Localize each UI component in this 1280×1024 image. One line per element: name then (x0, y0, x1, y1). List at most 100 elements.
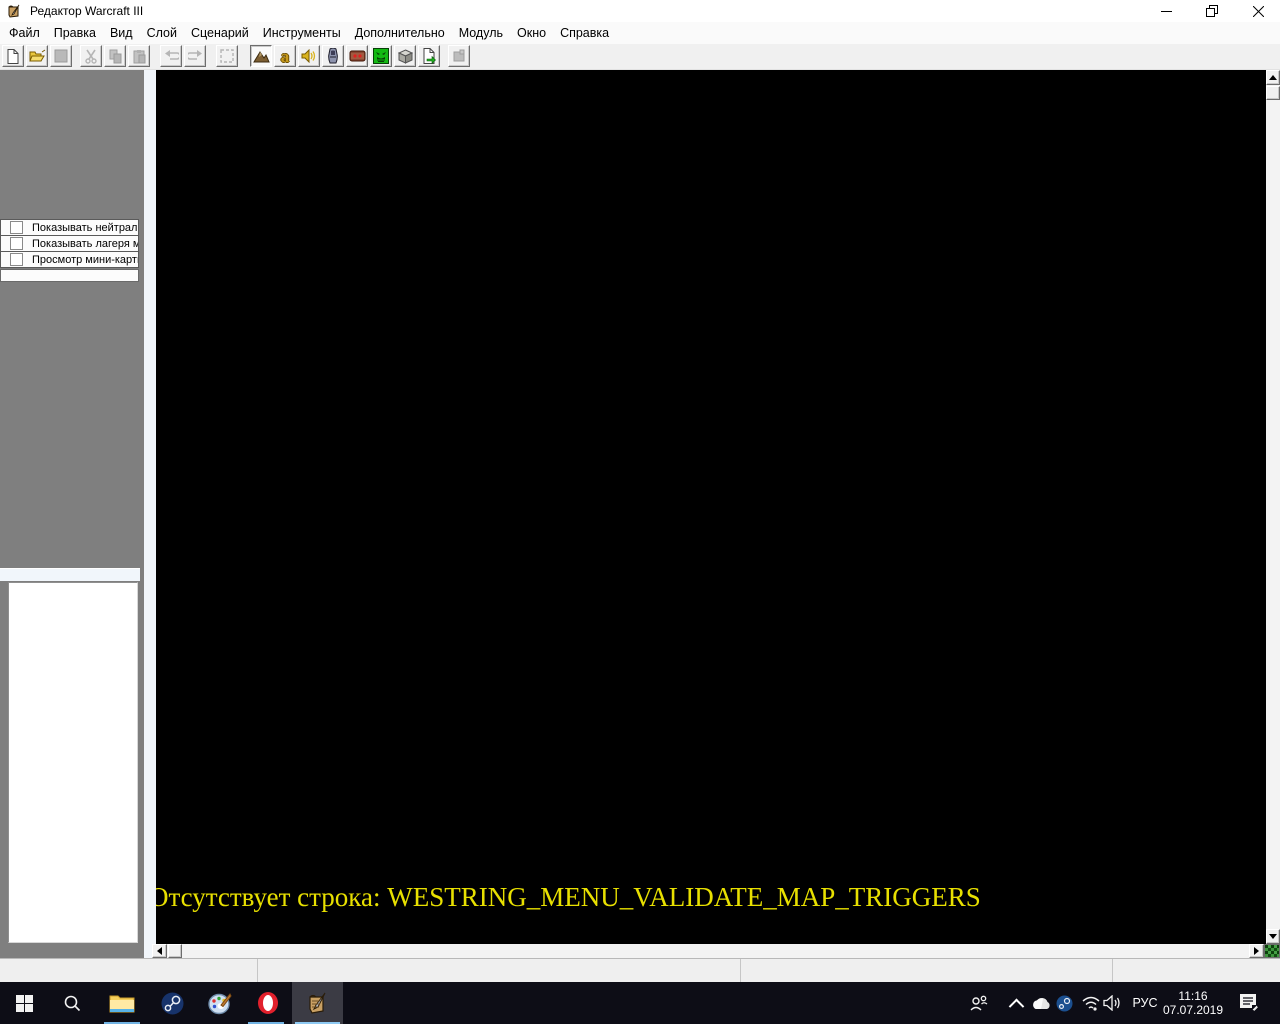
window-title: Редактор Warcraft III (30, 4, 144, 18)
file-explorer-button[interactable] (96, 982, 148, 1024)
clock[interactable]: 11:16 07.07.2019 (1160, 989, 1226, 1017)
trigger-editor-button[interactable]: a (274, 45, 296, 67)
campaign-editor-button[interactable] (346, 45, 368, 67)
opera-icon (258, 992, 278, 1014)
menu-edit[interactable]: Правка (47, 22, 103, 44)
close-icon (1252, 5, 1264, 17)
opera-button[interactable] (244, 982, 292, 1024)
open-map-button[interactable] (26, 45, 48, 67)
title-bar[interactable]: Редактор Warcraft III (0, 0, 1280, 22)
horizontal-scrollbar-thumb[interactable] (168, 944, 182, 958)
object-editor-button[interactable] (322, 45, 344, 67)
menu-advanced[interactable]: Дополнительно (348, 22, 452, 44)
steam-button[interactable] (148, 982, 196, 1024)
language-indicator[interactable]: РУС (1128, 982, 1162, 1024)
menu-help[interactable]: Справка (553, 22, 616, 44)
import-page-icon (423, 48, 436, 64)
arrow-down-icon (1269, 934, 1277, 939)
menu-window[interactable]: Окно (510, 22, 553, 44)
checkbox-row-show-camps[interactable]: Показывать лагеря м (0, 235, 139, 252)
checkbox-row-show-neutral[interactable]: Показывать нейтраль (0, 219, 139, 236)
minimize-button[interactable] (1144, 0, 1188, 22)
paste-button[interactable] (128, 45, 150, 67)
arrow-up-icon (1269, 75, 1277, 80)
sidebar-splitter[interactable] (144, 70, 156, 958)
cube-icon (397, 48, 413, 64)
onedrive-tray-button[interactable] (1030, 994, 1052, 1012)
steam-icon (161, 992, 183, 1014)
campaign-chest-icon (349, 50, 365, 62)
checkbox-minimap-preview[interactable] (10, 253, 23, 266)
scroll-right-button[interactable] (1249, 944, 1264, 958)
menu-scenario[interactable]: Сценарий (184, 22, 256, 44)
people-tray-button[interactable] (970, 994, 988, 1012)
import-manager-button[interactable] (418, 45, 440, 67)
menu-tools[interactable]: Инструменты (256, 22, 348, 44)
checkbox-show-camps[interactable] (10, 237, 23, 250)
search-icon (64, 995, 81, 1012)
redo-button[interactable] (184, 45, 206, 67)
status-segment-3 (741, 959, 1113, 982)
vertical-scrollbar-thumb[interactable] (1266, 86, 1280, 100)
trigger-a-icon: a (280, 46, 290, 66)
scroll-up-button[interactable] (1266, 70, 1280, 85)
wifi-icon (1082, 996, 1100, 1011)
vertical-scrollbar-track[interactable] (1266, 70, 1280, 944)
open-folder-icon (28, 49, 45, 62)
ai-demon-face-icon (373, 48, 389, 64)
cut-button[interactable] (80, 45, 102, 67)
scroll-down-button[interactable] (1266, 929, 1280, 944)
warcraft-editor-taskbar-button[interactable] (292, 982, 343, 1024)
horizontal-scrollbar-track[interactable] (152, 944, 1264, 958)
selection-brush-button[interactable] (216, 45, 238, 67)
action-center-button[interactable] (1238, 993, 1260, 1011)
object-manager-button[interactable] (394, 45, 416, 67)
palette-listbox[interactable] (8, 582, 138, 943)
search-button[interactable] (48, 982, 96, 1024)
volume-tray-button[interactable] (1102, 994, 1124, 1012)
menu-module[interactable]: Модуль (452, 22, 510, 44)
network-tray-button[interactable] (1082, 994, 1100, 1012)
steam-tray-button[interactable] (1055, 994, 1073, 1012)
menu-layer[interactable]: Слой (140, 22, 184, 44)
editor-canvas[interactable]: Отсутствует строка: WESTRING_MENU_VALIDA… (156, 70, 1266, 944)
tool-palette-panel: Показывать нейтраль Показывать лагеря м … (0, 70, 144, 958)
ai-editor-button[interactable] (370, 45, 392, 67)
speaker-icon (301, 49, 316, 63)
checkbox-row-minimap-preview[interactable]: Просмотр мини-карты (0, 251, 139, 268)
steam-tray-icon (1056, 995, 1072, 1011)
copy-icon (109, 49, 121, 63)
test-map-button[interactable] (448, 45, 470, 67)
paint-button[interactable] (196, 982, 244, 1024)
taskbar: РУС 11:16 07.07.2019 (0, 982, 1280, 1024)
people-icon (970, 995, 988, 1011)
menu-view[interactable]: Вид (103, 22, 140, 44)
time-text: 11:16 (1178, 989, 1208, 1003)
redo-icon (187, 50, 202, 60)
close-button[interactable] (1236, 0, 1280, 22)
scroll-left-button[interactable] (152, 944, 167, 958)
menu-file[interactable]: Файл (2, 22, 47, 44)
paste-icon (133, 49, 145, 63)
new-document-icon (7, 48, 19, 64)
hidden-icons-button[interactable] (1007, 994, 1025, 1014)
warcraft-editor-app-icon (8, 4, 20, 18)
copy-button[interactable] (104, 45, 126, 67)
save-map-button[interactable] (50, 45, 72, 67)
minimap-corner-icon[interactable] (1264, 944, 1280, 958)
checkbox-show-neutral[interactable] (10, 221, 23, 234)
new-map-button[interactable] (2, 45, 24, 67)
checkbox-label: Показывать нейтраль (32, 221, 138, 234)
volume-icon (1103, 995, 1120, 1011)
checkbox-label: Просмотр мини-карты (32, 253, 138, 266)
start-button[interactable] (0, 982, 48, 1024)
terrain-editor-button[interactable] (250, 45, 272, 67)
sound-editor-button[interactable] (298, 45, 320, 67)
restore-icon (1206, 5, 1218, 17)
undo-icon (164, 50, 179, 60)
date-text: 07.07.2019 (1162, 1003, 1224, 1017)
undo-button[interactable] (160, 45, 182, 67)
restore-button[interactable] (1190, 0, 1234, 22)
save-icon (54, 49, 68, 63)
armor-figure-icon (328, 48, 338, 64)
